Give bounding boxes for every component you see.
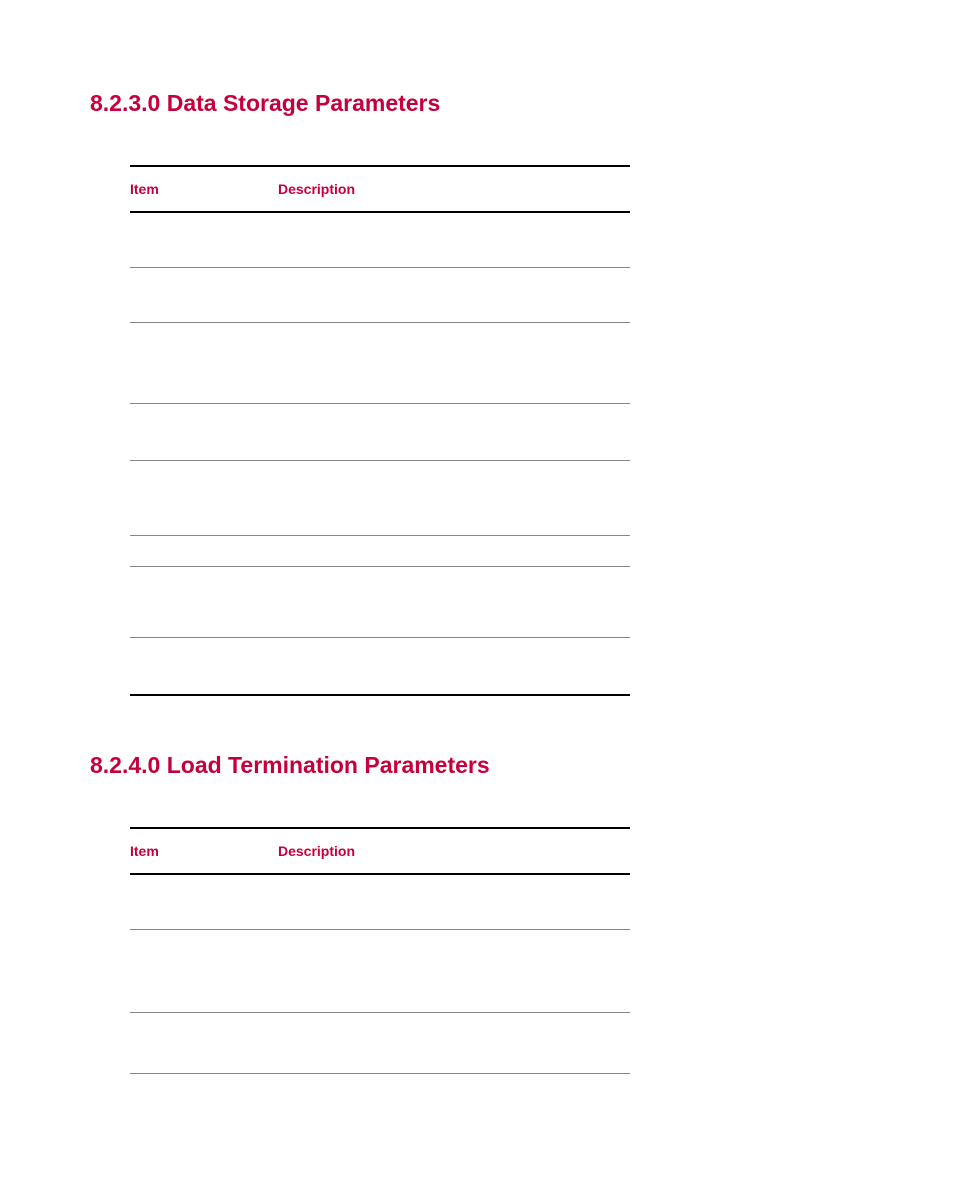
cell-item bbox=[130, 461, 278, 536]
section-heading-load-termination: 8.2.4.0 Load Termination Parameters bbox=[90, 752, 874, 779]
data-storage-table: Item Description bbox=[130, 165, 630, 696]
cell-item bbox=[130, 268, 278, 323]
table-header-description: Description bbox=[278, 166, 630, 212]
document-page: 8.2.3.0 Data Storage Parameters Item Des… bbox=[0, 0, 954, 1114]
table-row bbox=[130, 930, 630, 1013]
cell-item bbox=[130, 638, 278, 696]
cell-item bbox=[130, 323, 278, 404]
cell-item bbox=[130, 1013, 278, 1074]
table-row bbox=[130, 461, 630, 536]
table-row bbox=[130, 1013, 630, 1074]
table-row bbox=[130, 567, 630, 638]
cell-description bbox=[278, 874, 630, 930]
cell-description bbox=[278, 1013, 630, 1074]
cell-item bbox=[130, 567, 278, 638]
cell-item bbox=[130, 930, 278, 1013]
table-row bbox=[130, 268, 630, 323]
section-heading-data-storage: 8.2.3.0 Data Storage Parameters bbox=[90, 90, 874, 117]
table-row bbox=[130, 638, 630, 696]
load-termination-table: Item Description bbox=[130, 827, 630, 1074]
cell-description bbox=[278, 212, 630, 268]
cell-item bbox=[130, 212, 278, 268]
cell-description bbox=[278, 268, 630, 323]
cell-item bbox=[130, 874, 278, 930]
cell-description bbox=[278, 323, 630, 404]
cell-description bbox=[278, 638, 630, 696]
table-row bbox=[130, 404, 630, 461]
cell-description bbox=[278, 536, 630, 567]
cell-item bbox=[130, 536, 278, 567]
table-row bbox=[130, 323, 630, 404]
cell-item bbox=[130, 404, 278, 461]
cell-description bbox=[278, 461, 630, 536]
table-header-description: Description bbox=[278, 828, 630, 874]
table-row bbox=[130, 874, 630, 930]
table-row bbox=[130, 536, 630, 567]
cell-description bbox=[278, 404, 630, 461]
cell-description bbox=[278, 567, 630, 638]
table-header-item: Item bbox=[130, 166, 278, 212]
table-header-item: Item bbox=[130, 828, 278, 874]
cell-description bbox=[278, 930, 630, 1013]
table-row bbox=[130, 212, 630, 268]
